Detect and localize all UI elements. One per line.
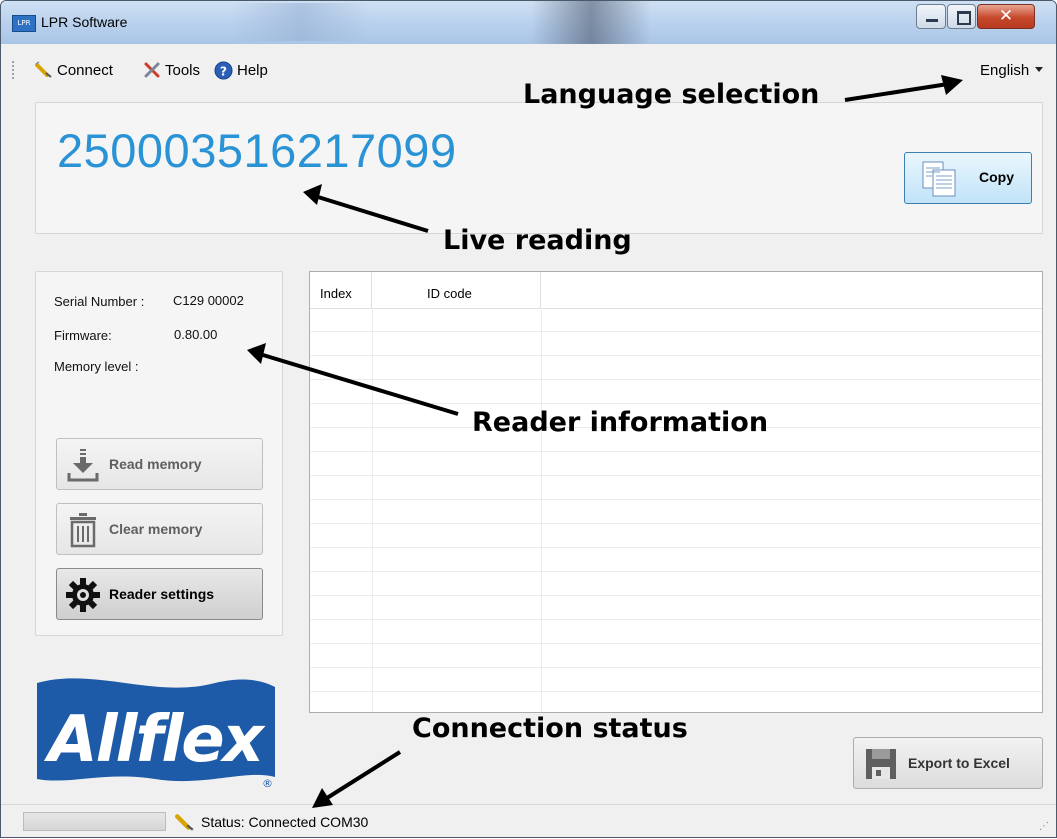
table-row[interactable] bbox=[310, 692, 1042, 712]
read-memory-button[interactable]: Read memory bbox=[56, 438, 263, 490]
annotation-reader-information: Reader information bbox=[472, 407, 769, 438]
firmware-label: Firmware: bbox=[54, 328, 112, 343]
resize-grip-icon[interactable]: ⋰ bbox=[1039, 821, 1049, 832]
column-header-id-code[interactable]: ID code bbox=[372, 272, 541, 308]
table-row[interactable] bbox=[310, 308, 1042, 332]
help-icon: ? bbox=[214, 60, 233, 80]
connect-menu[interactable]: Connect bbox=[35, 59, 113, 81]
toolbar-grip[interactable] bbox=[12, 61, 16, 79]
excel-icon bbox=[866, 749, 896, 779]
reader-settings-label: Reader settings bbox=[109, 586, 215, 602]
table-row[interactable] bbox=[310, 620, 1042, 644]
tools-icon bbox=[144, 62, 160, 78]
table-row[interactable] bbox=[310, 548, 1042, 572]
connect-icon bbox=[35, 61, 52, 78]
table-row[interactable] bbox=[310, 524, 1042, 548]
copy-label: Copy bbox=[979, 169, 1014, 185]
gear-icon bbox=[66, 578, 100, 612]
connect-label: Connect bbox=[57, 61, 113, 79]
clear-memory-button[interactable]: Clear memory bbox=[56, 503, 263, 555]
help-menu[interactable]: ? Help bbox=[214, 59, 268, 81]
table-row[interactable] bbox=[310, 332, 1042, 356]
copy-button[interactable]: Copy bbox=[904, 152, 1032, 204]
tools-label: Tools bbox=[165, 61, 201, 79]
allflex-logo: Allflex ® bbox=[35, 669, 283, 790]
trash-icon bbox=[70, 513, 96, 548]
close-button[interactable]: ✕ bbox=[977, 4, 1035, 29]
status-connect-icon bbox=[175, 814, 194, 831]
serial-number-value: C129 00002 bbox=[173, 293, 244, 308]
dropdown-arrow-icon bbox=[1035, 67, 1044, 72]
column-divider bbox=[372, 308, 373, 712]
titlebar-background bbox=[231, 3, 371, 41]
table-header: Index ID code bbox=[310, 272, 1042, 309]
annotation-connection-status: Connection status bbox=[412, 713, 688, 744]
column-header-index[interactable]: Index bbox=[310, 272, 372, 308]
table-row[interactable] bbox=[310, 476, 1042, 500]
titlebar-background-shadow bbox=[531, 1, 651, 44]
window-title: LPR Software bbox=[41, 14, 128, 30]
download-icon bbox=[67, 449, 99, 482]
svg-text:Allflex: Allflex bbox=[43, 703, 266, 777]
clear-memory-label: Clear memory bbox=[109, 521, 203, 537]
annotation-live-reading: Live reading bbox=[443, 225, 632, 256]
status-bar: Status: Connected COM30 ⋰ bbox=[1, 804, 1056, 837]
export-label: Export to Excel bbox=[908, 755, 1010, 771]
svg-text:®: ® bbox=[262, 777, 273, 789]
language-selector[interactable]: English bbox=[980, 59, 1044, 81]
id-table[interactable]: Index ID code bbox=[309, 271, 1043, 713]
table-row[interactable] bbox=[310, 668, 1042, 692]
memory-level-label: Memory level : bbox=[54, 359, 139, 374]
table-body bbox=[310, 308, 1042, 712]
minimize-button[interactable] bbox=[916, 4, 946, 29]
serial-number-label: Serial Number : bbox=[54, 294, 145, 309]
read-memory-label: Read memory bbox=[109, 456, 202, 472]
table-row[interactable] bbox=[310, 356, 1042, 380]
table-row[interactable] bbox=[310, 452, 1042, 476]
tools-menu[interactable]: Tools bbox=[143, 59, 200, 81]
title-bar[interactable]: LPR LPR Software ✕ bbox=[1, 1, 1056, 44]
table-row[interactable] bbox=[310, 572, 1042, 596]
svg-text:?: ? bbox=[220, 64, 227, 78]
live-reading-value: 250003516217099 bbox=[57, 124, 457, 177]
maximize-icon bbox=[957, 11, 971, 25]
help-label: Help bbox=[237, 61, 268, 79]
progress-bar bbox=[23, 812, 166, 831]
maximize-button[interactable] bbox=[947, 4, 976, 29]
language-label: English bbox=[980, 61, 1030, 79]
copy-icon bbox=[922, 161, 956, 197]
table-row[interactable] bbox=[310, 596, 1042, 620]
table-row[interactable] bbox=[310, 380, 1042, 404]
allflex-logo-graphic: Allflex ® bbox=[37, 678, 275, 790]
export-to-excel-button[interactable]: Export to Excel bbox=[853, 737, 1043, 789]
minimize-icon bbox=[926, 19, 938, 22]
connection-status-text: Status: Connected COM30 bbox=[201, 814, 369, 830]
table-row[interactable] bbox=[310, 644, 1042, 668]
reader-settings-button[interactable]: Reader settings bbox=[56, 568, 263, 620]
table-row[interactable] bbox=[310, 500, 1042, 524]
annotation-language-selection: Language selection bbox=[523, 79, 820, 110]
column-divider bbox=[541, 308, 542, 712]
firmware-value: 0.80.00 bbox=[174, 327, 218, 342]
app-icon: LPR bbox=[12, 15, 36, 32]
close-icon: ✕ bbox=[998, 6, 1014, 26]
